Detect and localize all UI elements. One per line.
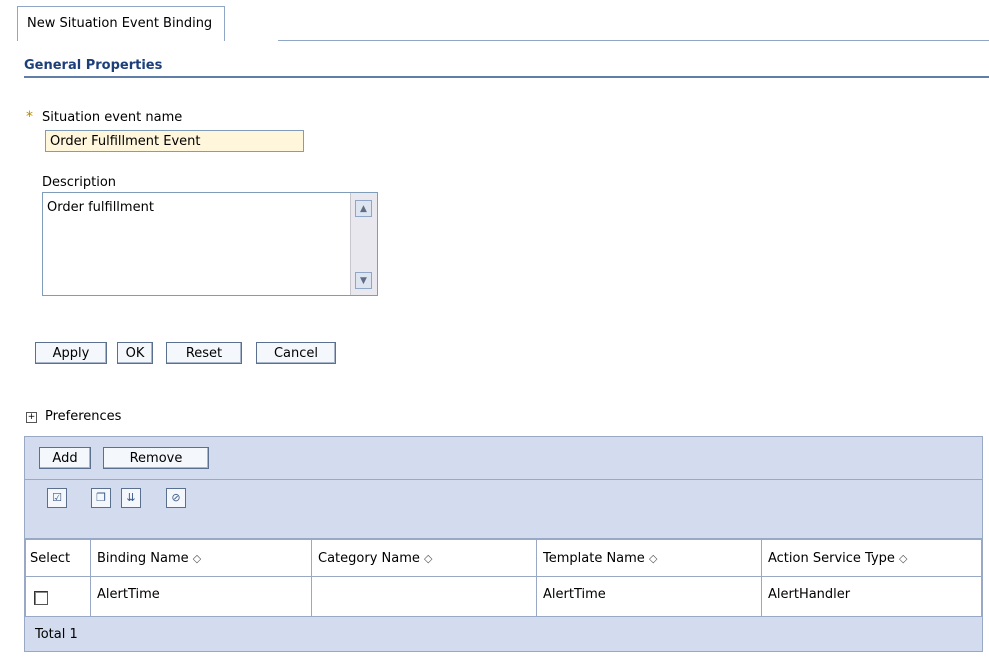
section-title: General Properties xyxy=(24,58,163,73)
apply-button[interactable]: Apply xyxy=(35,342,107,364)
description-text: Order fulfillment xyxy=(47,200,154,215)
row-select-checkbox[interactable] xyxy=(34,591,48,605)
section-divider xyxy=(24,76,989,78)
tab-strip-line xyxy=(278,40,989,41)
ok-button[interactable]: OK xyxy=(117,342,153,364)
deselect-all-icon[interactable]: ❐ xyxy=(91,488,111,508)
situation-bindings-collection: Add Remove ☑ ❐ ⇊ ⊘ Select Binding Name ◇… xyxy=(24,436,983,652)
description-label: Description xyxy=(42,175,117,190)
expand-plus-icon[interactable]: + xyxy=(26,412,37,423)
sort-icon[interactable]: ◇ xyxy=(899,552,907,565)
binding-name-header-label: Binding Name xyxy=(97,550,189,566)
collection-button-bar: Add Remove xyxy=(25,437,982,480)
preferences-toggle[interactable]: + Preferences xyxy=(26,409,121,424)
add-button[interactable]: Add xyxy=(39,447,91,469)
action-service-type-header-label: Action Service Type xyxy=(768,550,895,566)
clear-filter-icon[interactable]: ⊘ xyxy=(166,488,186,508)
select-all-icon[interactable]: ☑ xyxy=(47,488,67,508)
total-count: Total 1 xyxy=(25,616,982,651)
table-header-row: Select Binding Name ◇ Category Name ◇ Te… xyxy=(25,539,982,577)
column-header-template-name[interactable]: Template Name ◇ xyxy=(536,539,762,577)
tab-new-situation-event-binding[interactable]: New Situation Event Binding xyxy=(17,6,226,41)
column-header-category-name[interactable]: Category Name ◇ xyxy=(311,539,537,577)
required-marker-icon: * xyxy=(26,109,33,125)
bindings-table: Select Binding Name ◇ Category Name ◇ Te… xyxy=(25,539,982,617)
show-filter-icon[interactable]: ⇊ xyxy=(121,488,141,508)
template-name-header-label: Template Name xyxy=(543,550,645,566)
description-scrollbar[interactable]: ▲ ▼ xyxy=(350,193,377,295)
situation-event-name-input[interactable] xyxy=(45,130,304,152)
sort-icon[interactable]: ◇ xyxy=(193,552,201,565)
binding-name-cell: AlertTime xyxy=(90,576,312,617)
column-header-binding-name[interactable]: Binding Name ◇ xyxy=(90,539,312,577)
sort-icon[interactable]: ◇ xyxy=(424,552,432,565)
template-name-cell: AlertTime xyxy=(536,576,762,617)
cancel-button[interactable]: Cancel xyxy=(256,342,336,364)
table-row: AlertTime AlertTime AlertHandler xyxy=(25,576,982,617)
row-select-cell xyxy=(25,576,91,617)
column-header-select: Select xyxy=(25,539,91,577)
preferences-label: Preferences xyxy=(45,409,122,424)
reset-button[interactable]: Reset xyxy=(166,342,242,364)
remove-button[interactable]: Remove xyxy=(103,447,209,469)
category-name-header-label: Category Name xyxy=(318,550,420,566)
scroll-up-icon[interactable]: ▲ xyxy=(355,200,372,217)
column-header-action-service-type[interactable]: Action Service Type ◇ xyxy=(761,539,982,577)
description-textarea[interactable]: Order fulfillment ▲ ▼ xyxy=(42,192,378,296)
sort-icon[interactable]: ◇ xyxy=(649,552,657,565)
action-service-type-cell: AlertHandler xyxy=(761,576,982,617)
scroll-down-icon[interactable]: ▼ xyxy=(355,272,372,289)
situation-event-name-label: Situation event name xyxy=(42,110,183,125)
category-name-cell xyxy=(311,576,537,617)
collection-icon-bar: ☑ ❐ ⇊ ⊘ xyxy=(25,480,982,539)
